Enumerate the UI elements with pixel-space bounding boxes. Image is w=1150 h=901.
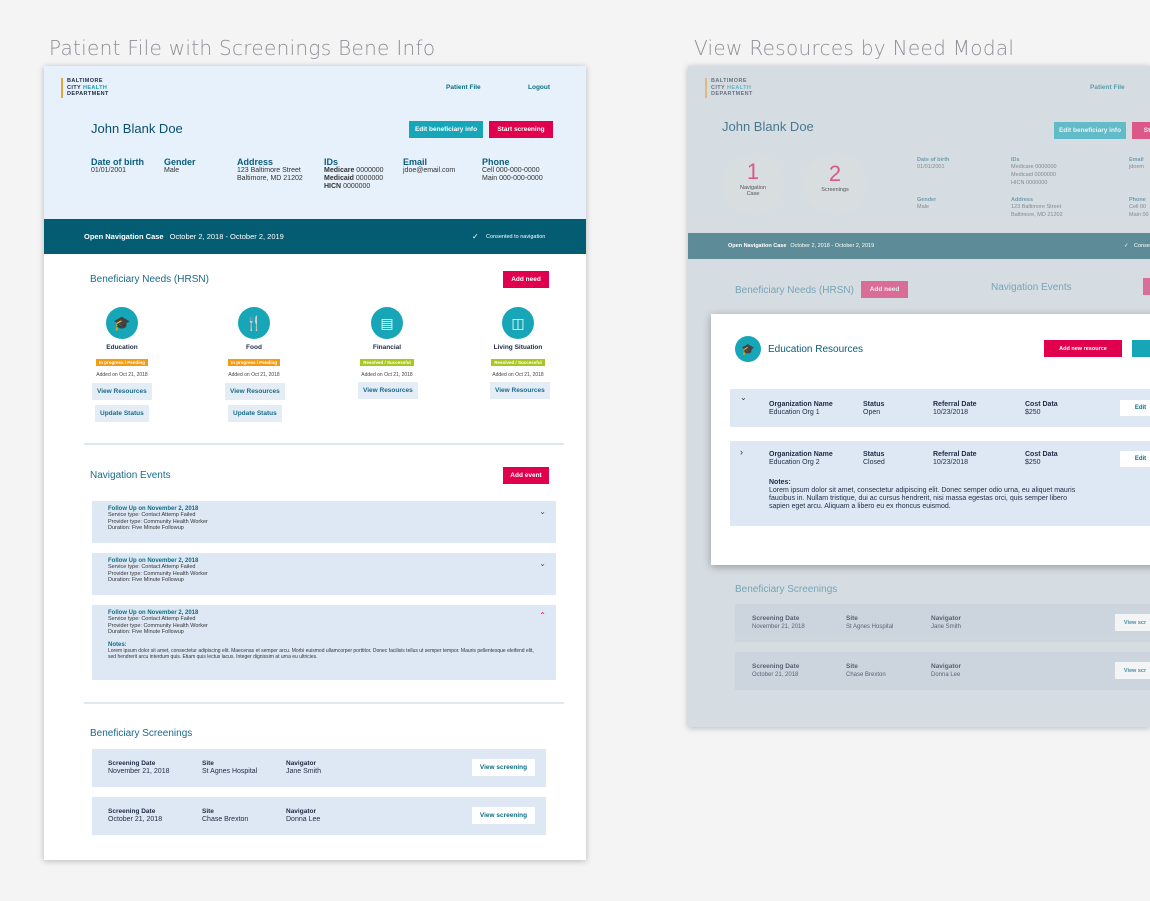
start-screening-button[interactable]: St [1132,122,1150,139]
section-divider [84,702,564,704]
add-event-button[interactable]: Add event [503,467,549,484]
status-badge: In progress / Pending [95,359,148,366]
logo: BALTIMORE CITY HEALTH DEPARTMENT [61,78,109,98]
screening-row: Screening Date November 21, 2018 Site St A… [735,604,1150,642]
resource-row-expanded[interactable]: › Organization Name Education Org 2 Statu… [730,441,1150,526]
chevron-up-icon[interactable]: ⌃ [539,611,546,620]
event-item[interactable]: Follow Up on November 2, 2018 Service ty… [92,553,556,595]
email-field: Email jdoem [1129,157,1144,170]
view-resources-living[interactable]: View Resources [490,382,550,399]
status-badge: Resolved / Successful [491,359,545,366]
events-title: Navigation Events [991,282,1072,293]
navigation-case-bar: Open Navigation Case October 2, 2018 - O… [688,233,1150,259]
view-screening-button[interactable]: View screening [472,807,535,824]
view-screening-button[interactable]: View scr [1115,662,1150,679]
check-circle-icon: ✓ [1124,243,1129,249]
dob-field: Date of birth 01/01/2001 [91,157,144,174]
patient-name: John Blank Doe [722,119,814,134]
bed-icon: ◫ [502,307,534,339]
events-title: Navigation Events [90,470,171,481]
add-need-button[interactable]: Add need [503,271,549,288]
graduation-cap-icon: 🎓 [106,307,138,339]
event-item-expanded[interactable]: Follow Up on November 2, 2018 Service ty… [92,605,556,680]
resource-row[interactable]: ⌄ Organization Name Education Org 1 Statu… [730,389,1150,427]
phone-field: Phone Cell 000-000-0000 Main 000-000-0000 [482,157,543,182]
screenings-count: 2 Screenings [804,153,866,215]
status-badge: Resolved / Successful [360,359,414,366]
needs-title: Beneficiary Needs (HRSN) [735,285,854,296]
gender-field: Gender Male [917,197,937,210]
need-financial: ▤ Financial Resolved / Successful Added … [352,307,422,378]
edit-resource-button[interactable]: Edit [1120,451,1150,467]
edit-beneficiary-button[interactable]: Edit beneficiary info [409,121,483,138]
add-event-button[interactable] [1143,278,1150,295]
left-caption: Patient File with Screenings Bene Info [49,36,436,60]
modal-title: Education Resources [768,344,864,355]
chevron-down-icon[interactable]: ⌄ [740,393,747,402]
check-circle-icon: ✓ [472,232,479,241]
status-badge: In progress / Pending [227,359,280,366]
add-new-resource-button[interactable]: Add new resource [1044,340,1122,357]
screenings-title: Beneficiary Screenings [90,728,193,739]
gender-field: Gender Male [164,157,196,174]
case-dates: October 2, 2018 - October 2, 2019 [169,232,284,241]
update-status-food[interactable]: Update Status [228,405,282,422]
right-caption: View Resources by Need Modal [694,36,1015,60]
screening-row: Screening Date October 21, 2018 Site Chase… [735,652,1150,690]
start-screening-button[interactable]: Start screening [489,121,553,138]
close-button[interactable] [1132,340,1150,357]
header-panel [44,66,586,219]
resources-modal-screen: BALTIMORE CITY HEALTH DEPARTMENT Patient… [688,66,1150,727]
update-status-education[interactable]: Update Status [95,405,149,422]
needs-title: Beneficiary Needs (HRSN) [90,274,209,285]
need-education: 🎓 Education In progress / Pending Added … [87,307,157,378]
view-resources-food[interactable]: View Resources [225,383,285,400]
nav-patient-file[interactable]: Patient File [446,84,481,91]
address-field: Address 123 Baltimore Street Baltimore, MD… [237,157,303,182]
ids-field: IDs Medicare 0000000 Medicaid 0000000 HICN … [1011,157,1057,186]
graduation-cap-icon: 🎓 [735,336,761,362]
credit-card-icon: ▤ [371,307,403,339]
dob-field: Date of birth 01/01/2001 [917,157,950,170]
chevron-down-icon[interactable]: ⌄ [539,507,546,516]
edit-beneficiary-button[interactable]: Edit beneficiary info [1054,122,1126,139]
patient-name: John Blank Doe [91,121,183,136]
need-living-situation: ◫ Living Situation Resolved / Successful… [483,307,553,378]
email-field: Email jdoe@email.com [403,157,456,174]
chevron-right-icon[interactable]: › [740,447,743,457]
fork-knife-icon: 🍴 [238,307,270,339]
navigation-case-bar: Open Navigation Case October 2, 2018 - O… [44,219,586,254]
view-screening-button[interactable]: View screening [472,759,535,776]
nav-patient-file[interactable]: Patient File [1090,84,1125,91]
add-need-button[interactable]: Add need [861,281,908,298]
patient-file-screen: BALTIMORE CITY HEALTH DEPARTMENT Patient… [44,66,586,860]
phone-field: Phone Cell 00 Main 00 [1129,197,1149,218]
case-label: Open Navigation Case [84,232,164,241]
edit-resource-button[interactable]: Edit [1120,400,1150,416]
screening-row: Screening Date November 21, 2018 Site St A… [92,749,546,787]
view-resources-financial[interactable]: View Resources [358,382,418,399]
address-field: Address 123 Baltimore Street Baltimore, MD… [1011,197,1063,218]
view-screening-button[interactable]: View scr [1115,614,1150,631]
section-divider [84,443,564,445]
screenings-title: Beneficiary Screenings [735,584,838,595]
education-resources-modal: 🎓 Education Resources Add new resource ⌄… [711,314,1150,565]
navigation-case-count: 1 Navigation Case [722,153,784,215]
nav-logout[interactable]: Logout [528,84,550,91]
event-item[interactable]: Follow Up on November 2, 2018 Service ty… [92,501,556,543]
view-resources-education[interactable]: View Resources [92,383,152,400]
chevron-down-icon[interactable]: ⌄ [539,559,546,568]
ids-field: IDs Medicare 0000000 Medicaid 0000000 HI… [324,157,384,190]
consent-status: Consented to navigation [486,233,546,240]
screening-row: Screening Date October 21, 2018 Site Chase… [92,797,546,835]
logo: BALTIMORE CITY HEALTH DEPARTMENT [705,78,753,98]
need-food: 🍴 Food In progress / Pending Added on Oc… [219,307,289,378]
